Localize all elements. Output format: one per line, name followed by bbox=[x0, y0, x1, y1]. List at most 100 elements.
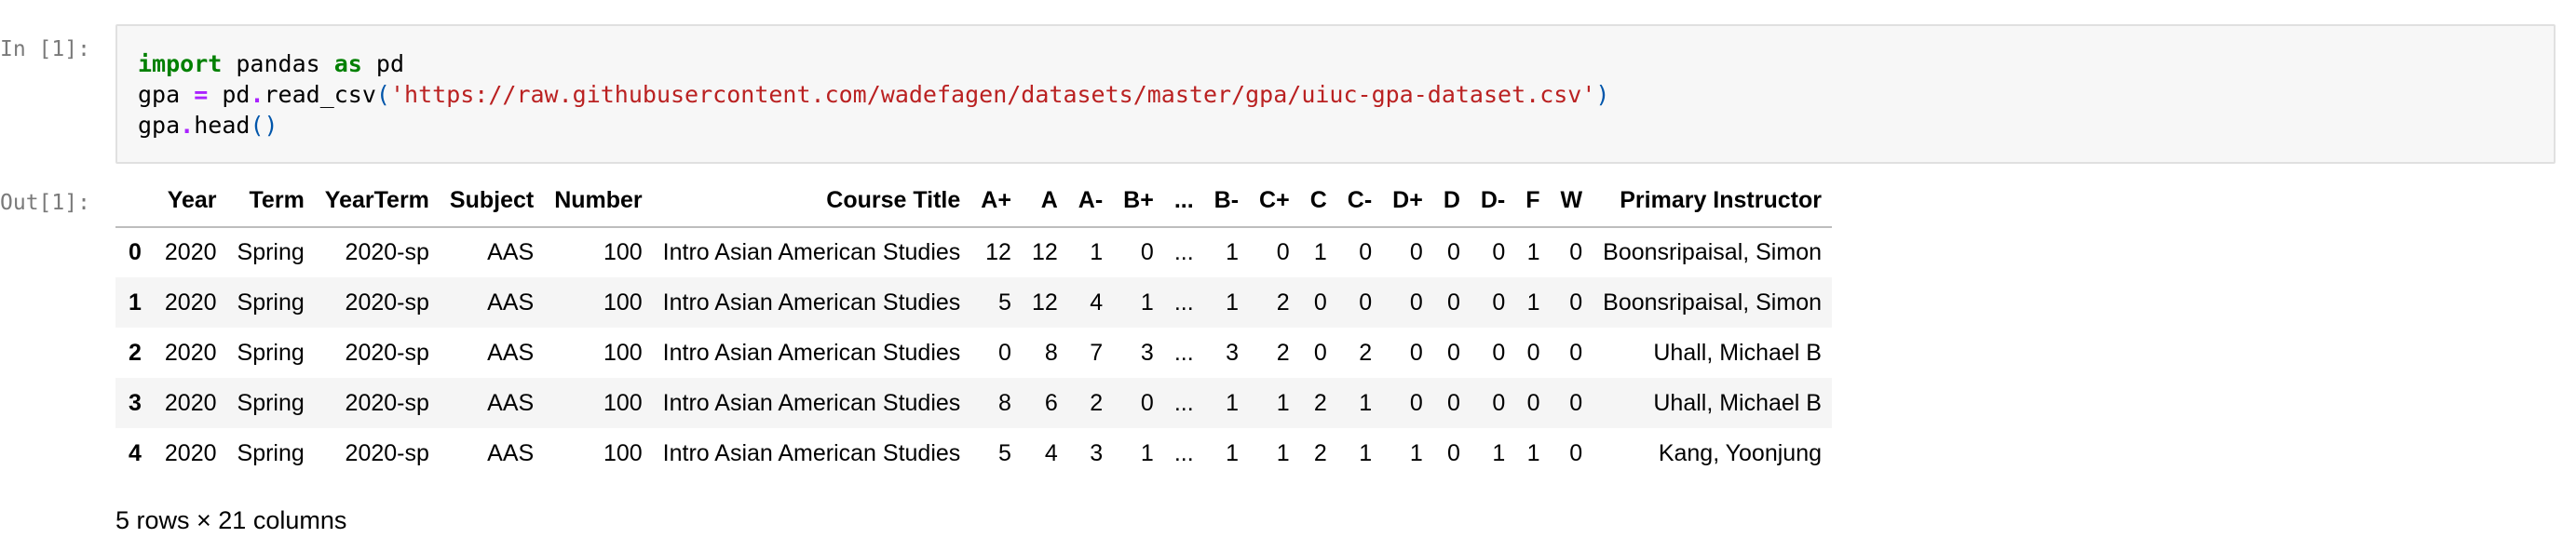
url-string: 'https://raw.githubusercontent.com/wadef… bbox=[389, 81, 1596, 108]
table-cell: 0 bbox=[1446, 389, 1460, 416]
row-index: 0 bbox=[129, 239, 142, 265]
table-cell: 0 bbox=[1359, 239, 1373, 265]
output-prompt: Out[1]: bbox=[0, 191, 90, 215]
table-row: 4 2020 Spring 2020-sp AAS 100 Intro Asian Amer… bbox=[115, 428, 1832, 478]
table-cell: 7 bbox=[1090, 339, 1104, 366]
column-header: C bbox=[1299, 175, 1337, 228]
table-cell: ... bbox=[1173, 389, 1194, 416]
function-name: read_csv bbox=[264, 81, 376, 108]
table-cell: 1 bbox=[1140, 439, 1154, 466]
row-index: 3 bbox=[129, 389, 142, 416]
table-cell: 0 bbox=[998, 339, 1011, 366]
table-cell: 0 bbox=[1492, 389, 1506, 416]
table-cell: 2020 bbox=[164, 289, 217, 316]
table-cell: Boonsripaisal, Simon bbox=[1603, 289, 1822, 316]
table-cell: 5 bbox=[998, 289, 1011, 316]
table-cell: 0 bbox=[1446, 339, 1460, 366]
method-name: head bbox=[194, 112, 251, 139]
table-cell: 0 bbox=[1446, 239, 1460, 265]
table-cell: 12 bbox=[985, 239, 1011, 265]
table-cell: 1 bbox=[1526, 289, 1540, 316]
header-row: Year Term YearTerm Subject Number Course Titl… bbox=[115, 175, 1832, 228]
table-cell: Uhall, Michael B bbox=[1653, 339, 1822, 366]
table-cell: 0 bbox=[1140, 389, 1154, 416]
column-header: Course Title bbox=[652, 175, 971, 228]
table-cell: 1 bbox=[1359, 389, 1373, 416]
table-cell: 100 bbox=[603, 239, 643, 265]
row-index: 2 bbox=[129, 339, 142, 366]
table-cell: Spring bbox=[237, 239, 305, 265]
column-header: D+ bbox=[1382, 175, 1433, 228]
table-row: 3 2020 Spring 2020-sp AAS 100 Intro Asian Amer… bbox=[115, 378, 1832, 428]
table-cell: 3 bbox=[1140, 339, 1154, 366]
column-header: YearTerm bbox=[314, 175, 440, 228]
table-cell: Intro Asian American Studies bbox=[662, 289, 961, 316]
table-cell: 1 bbox=[1526, 239, 1540, 265]
call-parens: () bbox=[250, 112, 278, 139]
column-header: Number bbox=[544, 175, 653, 228]
table-cell: 0 bbox=[1569, 439, 1583, 466]
code-editor[interactable]: import pandas as pd gpa = pd.read_csv('h… bbox=[138, 48, 1609, 141]
column-header: C+ bbox=[1249, 175, 1300, 228]
variable-ref: gpa bbox=[138, 112, 181, 139]
keyword-as: as bbox=[333, 50, 362, 77]
table-cell: 1 bbox=[1359, 439, 1373, 466]
table-cell: 0 bbox=[1409, 339, 1423, 366]
table-cell: Intro Asian American Studies bbox=[662, 389, 961, 416]
table-cell: 1 bbox=[1526, 439, 1540, 466]
table-cell: 0 bbox=[1569, 389, 1583, 416]
table-cell: ... bbox=[1173, 239, 1194, 265]
column-header: B- bbox=[1203, 175, 1250, 228]
table-cell: AAS bbox=[487, 389, 535, 416]
table-cell: 2020-sp bbox=[345, 389, 429, 416]
table-cell: Spring bbox=[237, 389, 305, 416]
table-cell: Spring bbox=[237, 339, 305, 366]
code-cell-input[interactable]: import pandas as pd gpa = pd.read_csv('h… bbox=[115, 24, 2556, 164]
column-header: ... bbox=[1163, 175, 1204, 228]
table-cell: 2020-sp bbox=[345, 289, 429, 316]
column-header: A- bbox=[1067, 175, 1114, 228]
table-cell: 2 bbox=[1276, 339, 1290, 366]
table-cell: 1 bbox=[1226, 239, 1240, 265]
column-header: Term bbox=[226, 175, 315, 228]
assign-operator: = bbox=[194, 81, 209, 108]
table-cell: 1 bbox=[1276, 389, 1290, 416]
column-header: Primary Instructor bbox=[1593, 175, 1832, 228]
index-header bbox=[115, 175, 155, 228]
column-header: D bbox=[1432, 175, 1471, 228]
table-cell: 6 bbox=[1044, 389, 1058, 416]
row-index: 1 bbox=[129, 289, 142, 316]
dot-operator: . bbox=[250, 81, 264, 108]
table-cell: 2020 bbox=[164, 239, 217, 265]
table-cell: 0 bbox=[1409, 289, 1423, 316]
column-header: A bbox=[1021, 175, 1068, 228]
table-cell: 0 bbox=[1492, 339, 1506, 366]
table-cell: 2020 bbox=[164, 439, 217, 466]
input-prompt: In [1]: bbox=[0, 37, 90, 61]
table-cell: 2 bbox=[1359, 339, 1373, 366]
column-header: Year bbox=[154, 175, 227, 228]
table-cell: 0 bbox=[1569, 339, 1583, 366]
column-header: D- bbox=[1470, 175, 1516, 228]
table-cell: 4 bbox=[1090, 289, 1104, 316]
table-cell: 0 bbox=[1446, 439, 1460, 466]
table-cell: 2020 bbox=[164, 339, 217, 366]
table-cell: 2 bbox=[1090, 389, 1104, 416]
table-cell: ... bbox=[1173, 289, 1194, 316]
table-cell: 2 bbox=[1313, 389, 1327, 416]
table-row: 0 2020 Spring 2020-sp AAS 100 Intro Asian Amer… bbox=[115, 227, 1832, 277]
code-line-3: gpa.head() bbox=[138, 112, 278, 139]
table-cell: Spring bbox=[237, 439, 305, 466]
table-cell: 1 bbox=[1276, 439, 1290, 466]
table-cell: 1 bbox=[1492, 439, 1506, 466]
table-cell: Intro Asian American Studies bbox=[662, 339, 961, 366]
table-cell: 2020-sp bbox=[345, 339, 429, 366]
table-cell: 100 bbox=[603, 389, 643, 416]
row-index: 4 bbox=[129, 439, 142, 466]
table-cell: 3 bbox=[1090, 439, 1104, 466]
code-line-2: gpa = pd.read_csv('https://raw.githubuse… bbox=[138, 81, 1609, 108]
table-cell: 3 bbox=[1226, 339, 1240, 366]
module-ref: pd bbox=[208, 81, 251, 108]
table-cell: 100 bbox=[603, 289, 643, 316]
table-cell: Boonsripaisal, Simon bbox=[1603, 239, 1822, 265]
